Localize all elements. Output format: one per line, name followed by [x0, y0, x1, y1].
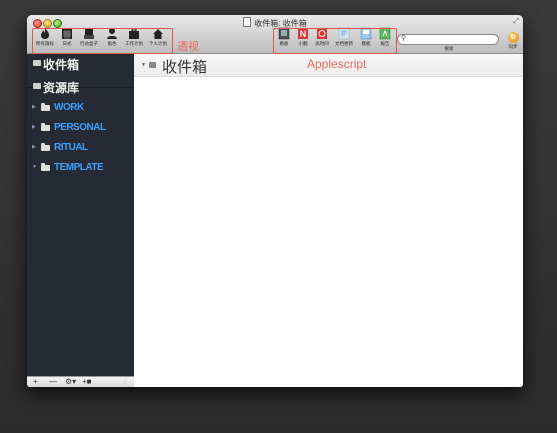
- resize-handle-icon[interactable]: ⦙: [124, 377, 126, 387]
- sidebar-item-label: 收件箱: [43, 58, 80, 72]
- disclosure-triangle-icon[interactable]: ▶: [32, 104, 36, 110]
- sidebar-item-personal[interactable]: ▶ PERSONAL: [27, 121, 134, 137]
- main-content: ▼ 收件箱: [134, 54, 523, 387]
- sync-icon: ↻: [507, 32, 519, 43]
- sidebar-item-template[interactable]: ▼ TEMPLATE: [27, 161, 134, 177]
- action-menu-button[interactable]: ⚙▾: [65, 377, 76, 387]
- folder-icon: [41, 103, 50, 111]
- disclosure-triangle-icon[interactable]: ▼: [32, 164, 37, 170]
- sync-button[interactable]: ↻ 同步: [505, 32, 521, 50]
- search-label: 搜索: [444, 46, 454, 51]
- sidebar-item-work[interactable]: ▶ WORK: [27, 101, 134, 117]
- sidebar-item-library[interactable]: 资源库: [27, 79, 134, 95]
- inbox-icon: [33, 60, 41, 66]
- remove-item-button[interactable]: —: [49, 377, 57, 387]
- sidebar-item-ritual[interactable]: ▶ RITUAL: [27, 141, 134, 157]
- sidebar-item-label: 资源库: [43, 81, 80, 95]
- disclosure-triangle-icon[interactable]: ▶: [32, 144, 36, 150]
- sidebar-bottom-bar: + — ⚙▾ +■ ⦙: [27, 376, 134, 387]
- sidebar-item-label: RITUAL: [54, 142, 88, 153]
- sidebar-item-label: PERSONAL: [54, 122, 106, 133]
- sidebar-item-label: TEMPLATE: [54, 162, 104, 173]
- fullscreen-icon[interactable]: ⤢: [513, 18, 519, 26]
- search-icon: ⚲: [401, 35, 407, 42]
- sidebar-item-label: WORK: [54, 102, 84, 113]
- sidebar-item-inbox[interactable]: 收件箱: [27, 56, 134, 72]
- search-control: ⚲ 搜索: [397, 34, 501, 52]
- titlebar-toolbar: 收件箱: 收件箱 ⤢ 所有旗标 日式 行动盒子 角色 工作计划 个人计划 透视 …: [27, 15, 523, 54]
- app-window: 收件箱: 收件箱 ⤢ 所有旗标 日式 行动盒子 角色 工作计划 个人计划 透视 …: [27, 15, 523, 387]
- search-input[interactable]: ⚲: [397, 34, 499, 45]
- folder-icon: [41, 163, 50, 171]
- inbox-icon: [149, 62, 156, 68]
- sync-label: 同步: [508, 44, 518, 49]
- sidebar: 收件箱 资源库 ▶ WORK ▶ PERSONAL ▶ RITUAL ▼ TEM…: [27, 54, 134, 376]
- document-icon: [243, 17, 252, 27]
- perspectives-annotation-box: [32, 28, 173, 54]
- disclosure-triangle-icon[interactable]: ▶: [32, 124, 36, 130]
- applescript-annotation-box: [273, 28, 397, 54]
- collapse-triangle-icon[interactable]: ▼: [141, 62, 146, 68]
- perspectives-annotation-label: 透视: [177, 41, 199, 53]
- folder-icon: [41, 143, 50, 151]
- add-item-button[interactable]: +: [33, 377, 38, 387]
- add-folder-button[interactable]: +■: [82, 377, 92, 387]
- library-icon: [33, 83, 41, 89]
- folder-icon: [41, 123, 50, 131]
- content-title: 收件箱: [162, 59, 208, 76]
- applescript-annotation-label: Applescript: [307, 57, 367, 71]
